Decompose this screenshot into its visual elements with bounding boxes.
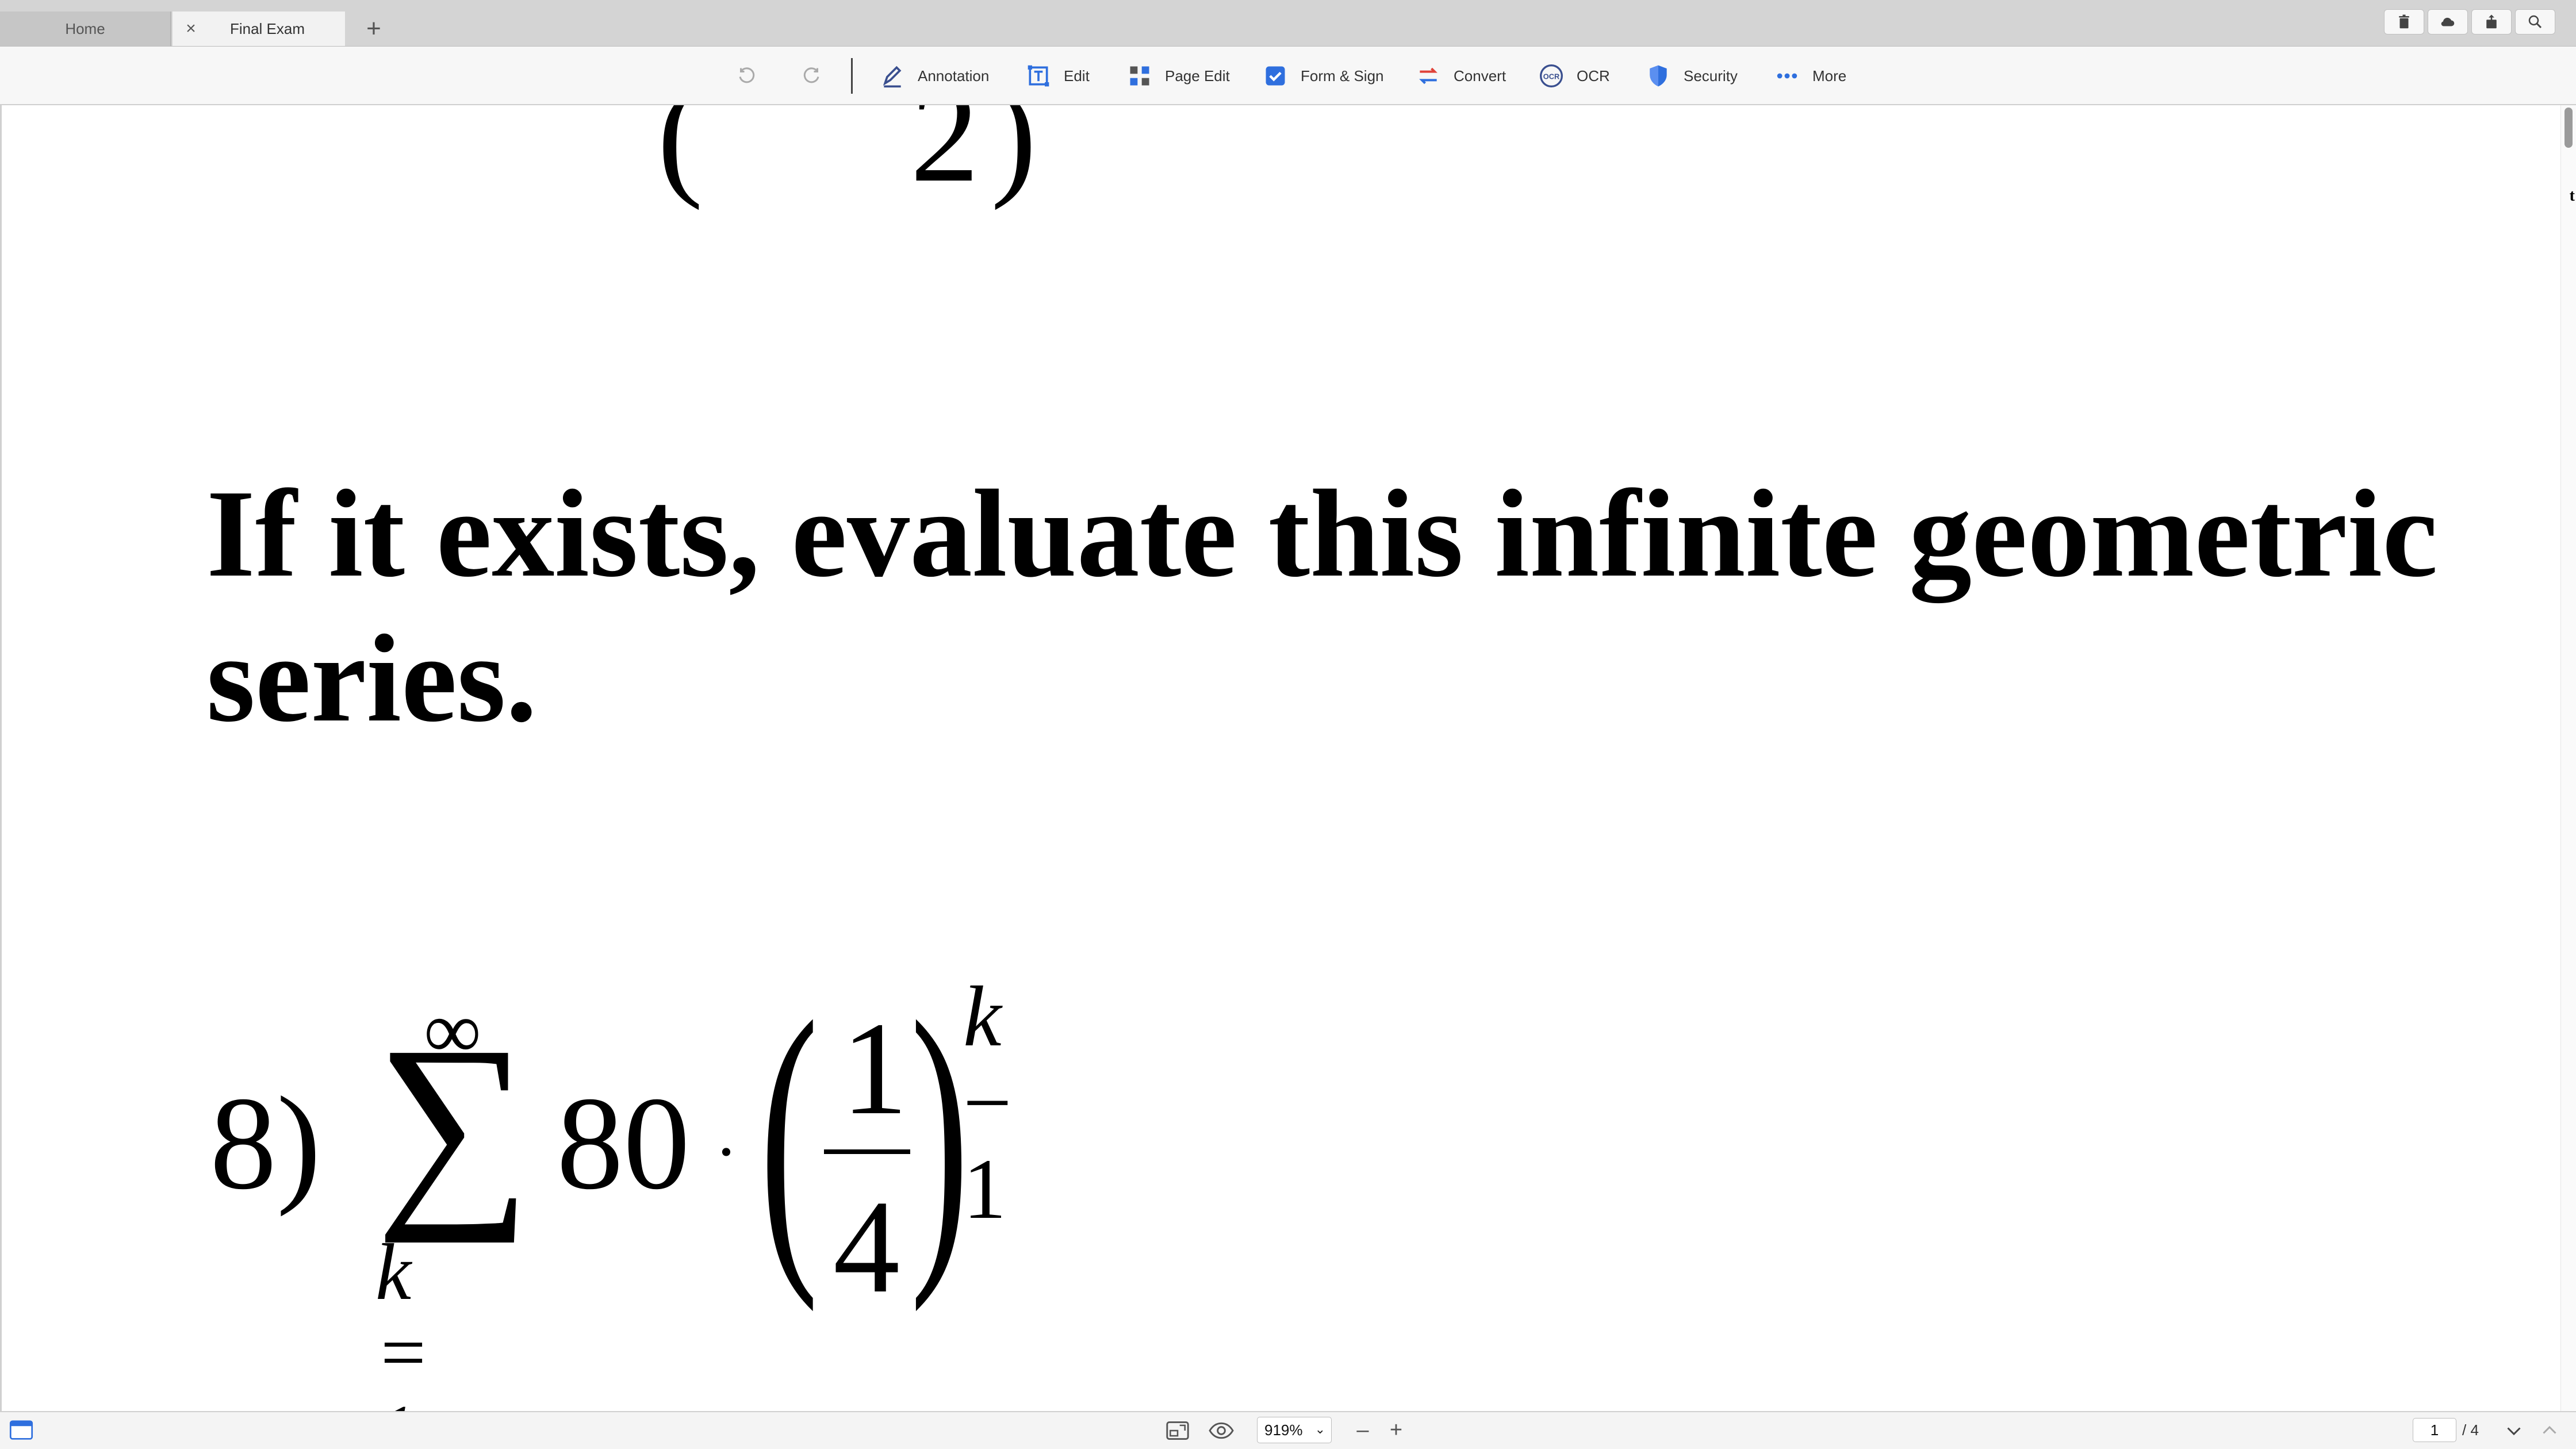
more-button[interactable]: More (1774, 59, 1846, 93)
share-icon (2486, 14, 2497, 29)
redo-button[interactable] (798, 63, 825, 89)
undo-button[interactable] (734, 63, 760, 89)
question-heading: If it exists, evaluate this infinite geo… (206, 465, 2438, 748)
grid-icon (1130, 66, 1149, 86)
form-sign-label: Form & Sign (1301, 67, 1384, 85)
vertical-scrollbar[interactable] (2560, 105, 2576, 1412)
search-button[interactable] (2515, 9, 2555, 34)
zoom-value: 919% (1264, 1421, 1303, 1439)
zoom-out-button[interactable]: – (1351, 1417, 1374, 1443)
edge-glyph: t (2569, 187, 2575, 205)
left-paren: ( (760, 956, 819, 1313)
fit-page-icon[interactable] (1165, 1419, 1190, 1442)
page-number-input[interactable]: 1 (2413, 1418, 2456, 1442)
exponent: k − 1 (963, 973, 1012, 1232)
fraction-denominator: 4 (833, 1173, 900, 1321)
undo-icon (739, 67, 755, 83)
tab-home[interactable]: Home (0, 12, 171, 46)
zoom-in-button[interactable]: + (1385, 1417, 1408, 1443)
trash-icon (2399, 14, 2409, 29)
tab-home-label: Home (65, 20, 105, 37)
tab-final-exam-label: Final Exam (229, 20, 305, 37)
fraction-numerator: 1 (841, 995, 908, 1143)
trash-button[interactable] (2384, 9, 2424, 34)
zoom-field[interactable]: 919% ⌄ (1257, 1417, 1332, 1443)
fraction-bar (824, 1149, 910, 1154)
sigma-symbol: ∑ (375, 1002, 531, 1244)
problem-number: 8) (210, 1070, 321, 1217)
scrollbar-thumb[interactable] (2564, 108, 2573, 148)
svg-text:OCR: OCR (1543, 72, 1560, 81)
shield-icon (1650, 65, 1667, 87)
sidebar-toggle-icon[interactable] (9, 1420, 33, 1440)
document-page[interactable]: ( 2 ) If it exists, evaluate this infini… (0, 105, 2563, 1412)
prev-left-paren: ( (657, 105, 703, 210)
search-icon (2528, 15, 2542, 29)
ocr-label: OCR (1577, 67, 1610, 85)
page-edit-button[interactable]: Page Edit (1127, 59, 1230, 93)
pen-icon (883, 66, 902, 88)
ocr-icon: OCR (1540, 64, 1563, 87)
window-buttons (2384, 9, 2555, 34)
annotation-label: Annotation (918, 67, 990, 85)
more-dots-icon (1777, 73, 1797, 79)
page-total: / 4 (2462, 1421, 2479, 1439)
chevron-up-icon[interactable] (2539, 1420, 2560, 1441)
coefficient: 80 (557, 1070, 690, 1217)
ocr-button[interactable]: OCR OCR (1539, 59, 1610, 93)
exponent-variable: k (963, 969, 1002, 1064)
prev-digit: 2 (910, 105, 979, 210)
security-button[interactable]: Security (1646, 59, 1738, 93)
sum-lower-limit: k = 1 (375, 1228, 430, 1413)
annotation-button[interactable]: Annotation (880, 59, 989, 93)
page-edit-label: Page Edit (1165, 67, 1230, 85)
status-bar: 919% ⌄ – + 1 / 4 (0, 1411, 2576, 1449)
share-button[interactable] (2471, 9, 2512, 34)
right-paren: ) (910, 956, 969, 1313)
convert-button[interactable]: Convert (1416, 59, 1506, 93)
chevron-down-icon[interactable] (2504, 1420, 2524, 1441)
tab-final-exam[interactable]: × Final Exam (172, 12, 345, 46)
more-label: More (1812, 67, 1847, 85)
edit-button[interactable]: Edit (1026, 59, 1090, 93)
prev-right-paren: ) (991, 105, 1037, 210)
cloud-button[interactable] (2428, 9, 2468, 34)
zoom-dropdown-icon[interactable]: ⌄ (1315, 1422, 1325, 1437)
redo-icon (803, 67, 819, 83)
security-label: Security (1684, 67, 1738, 85)
edit-text-icon (1028, 65, 1049, 87)
convert-icon (1419, 67, 1438, 85)
tab-bar: Home × Final Exam + (0, 0, 2576, 47)
multiply-dot: · (715, 1113, 738, 1190)
checkbox-icon (1266, 66, 1285, 86)
eye-icon[interactable] (1209, 1419, 1234, 1442)
main-toolbar: Annotation Edit Page Edit Form & Sign Co… (0, 47, 2576, 105)
exponent-rest: − 1 (963, 1055, 1012, 1237)
toolbar-divider (851, 58, 853, 94)
form-sign-button[interactable]: Form & Sign (1263, 59, 1384, 93)
new-tab-button[interactable]: + (362, 14, 385, 44)
convert-label: Convert (1454, 67, 1506, 85)
cloud-icon (2441, 17, 2455, 26)
close-icon[interactable]: × (179, 12, 202, 46)
edit-label: Edit (1064, 67, 1090, 85)
